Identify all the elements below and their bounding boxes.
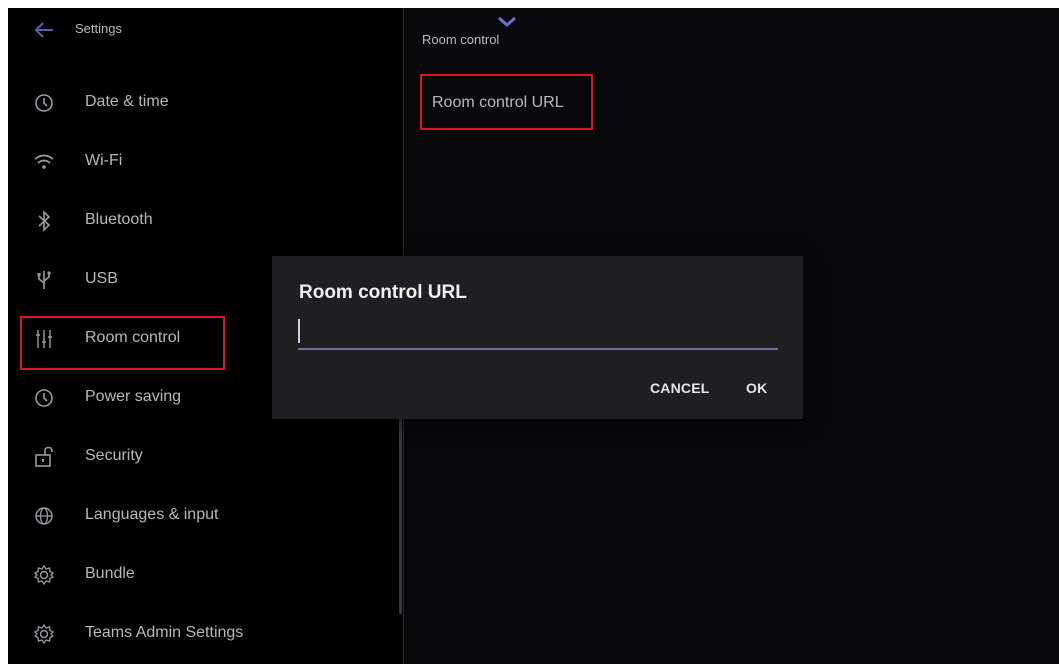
sidebar-item-label: Teams Admin Settings	[85, 624, 244, 641]
sidebar-item-teams-admin-settings[interactable]: Teams Admin Settings	[8, 605, 403, 663]
sidebar-item-label: Wi-Fi	[85, 152, 123, 169]
clock-icon	[33, 92, 55, 114]
bluetooth-icon	[33, 210, 55, 232]
room-control-url-dialog: Room control URL CANCEL OK	[272, 256, 803, 419]
dialog-title: Room control URL	[299, 282, 467, 303]
sidebar-item-label: Languages & input	[85, 506, 219, 523]
cancel-button[interactable]: CANCEL	[650, 380, 710, 396]
settings-title: Settings	[75, 21, 122, 36]
sidebar-item-bluetooth[interactable]: Bluetooth	[8, 192, 403, 250]
settings-screen: Settings Date & time Wi-Fi Bluetooth USB…	[8, 8, 1059, 664]
sidebar-item-security[interactable]: Security	[8, 428, 403, 486]
room-control-url-input[interactable]	[298, 316, 778, 350]
sidebar-item-label: Security	[85, 447, 143, 464]
text-cursor	[298, 319, 300, 343]
sidebar-item-label: Room control	[85, 329, 181, 346]
sidebar-scrollbar[interactable]	[399, 418, 402, 614]
clock-icon	[33, 387, 55, 409]
sidebar-item-label: Bundle	[85, 565, 135, 582]
sidebar-item-date-time[interactable]: Date & time	[8, 74, 403, 132]
back-arrow-icon[interactable]	[32, 18, 56, 42]
room-control-url-label: Room control URL	[432, 94, 564, 111]
sidebar-item-wifi[interactable]: Wi-Fi	[8, 133, 403, 191]
globe-icon	[33, 505, 55, 527]
sidebar-item-label: Bluetooth	[85, 211, 153, 228]
unlock-icon	[33, 446, 55, 468]
gear-icon	[33, 564, 55, 586]
gear-icon	[33, 623, 55, 645]
ok-button[interactable]: OK	[746, 380, 767, 396]
sidebar-item-bundle[interactable]: Bundle	[8, 546, 403, 604]
chevron-down-icon[interactable]	[495, 14, 519, 32]
sliders-icon	[33, 328, 55, 350]
sidebar-item-label: USB	[85, 270, 118, 287]
wifi-icon	[33, 151, 55, 173]
room-control-url-item[interactable]: Room control URL	[420, 74, 593, 130]
page-title: Room control	[422, 32, 500, 47]
usb-icon	[33, 269, 55, 291]
sidebar-item-languages-input[interactable]: Languages & input	[8, 487, 403, 545]
sidebar-item-label: Date & time	[85, 93, 169, 110]
sidebar-item-label: Power saving	[85, 388, 182, 405]
